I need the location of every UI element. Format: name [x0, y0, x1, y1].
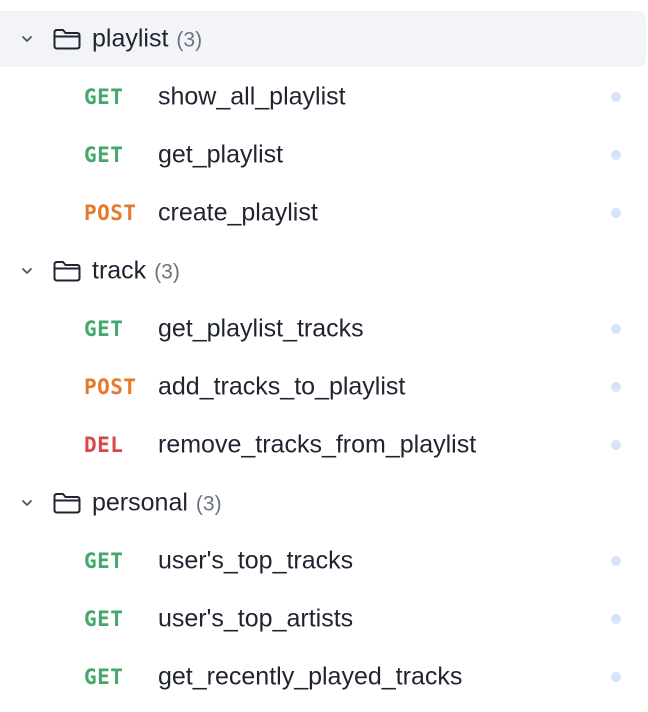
status-dot-icon [611, 440, 621, 450]
request-item[interactable]: DEL remove_tracks_from_playlist [0, 417, 646, 473]
request-item[interactable]: POST add_tracks_to_playlist [0, 359, 646, 415]
request-name: user's_top_artists [158, 604, 354, 633]
folder-count: (3) [176, 28, 203, 52]
request-item[interactable]: GET user's_top_artists [0, 591, 646, 647]
chevron-down-icon[interactable] [20, 32, 34, 46]
status-dot-icon [611, 92, 621, 102]
request-name: get_recently_played_tracks [158, 662, 463, 691]
status-dot-icon [611, 324, 621, 334]
method-badge-get: GET [84, 549, 124, 573]
folder-icon [53, 261, 81, 282]
request-name: get_playlist_tracks [158, 314, 364, 343]
method-badge-get: GET [84, 85, 124, 109]
method-badge-get: GET [84, 665, 124, 689]
chevron-down-icon[interactable] [20, 264, 34, 278]
method-badge-post: POST [84, 201, 137, 225]
request-item[interactable]: POST create_playlist [0, 185, 646, 241]
folder-count: (3) [154, 260, 180, 284]
folder-name: personal (3) [92, 489, 222, 518]
method-badge-get: GET [84, 607, 124, 631]
method-badge-get: GET [84, 317, 124, 341]
request-item[interactable]: GET user's_top_tracks [0, 533, 646, 589]
status-dot-icon [611, 614, 621, 624]
status-dot-icon [611, 208, 621, 218]
folder-label: track [92, 256, 147, 285]
folder-icon [53, 29, 81, 50]
status-dot-icon [611, 382, 621, 392]
request-item[interactable]: GET show_all_playlist [0, 69, 646, 125]
status-dot-icon [611, 556, 621, 566]
folder-name: track (3) [92, 257, 180, 286]
method-badge-get: GET [84, 143, 124, 167]
method-badge-post: POST [84, 375, 137, 399]
request-name: remove_tracks_from_playlist [158, 430, 477, 459]
folder-row-track[interactable]: track (3) [0, 243, 646, 299]
request-name: user's_top_tracks [158, 546, 354, 575]
request-name: create_playlist [158, 198, 318, 227]
request-item[interactable]: GET get_playlist [0, 127, 646, 183]
status-dot-icon [611, 150, 621, 160]
collection-tree: playlist (3) GET show_all_playlist GET ge… [0, 0, 648, 712]
request-item[interactable]: GET get_playlist_tracks [0, 301, 646, 357]
request-item[interactable]: GET get_recently_played_tracks [0, 649, 646, 705]
method-badge-del: DEL [84, 433, 124, 457]
folder-row-personal[interactable]: personal (3) [0, 475, 646, 531]
folder-icon [53, 493, 81, 514]
folder-count: (3) [195, 492, 222, 516]
request-name: get_playlist [158, 140, 284, 169]
folder-label: personal [92, 488, 188, 517]
request-name: show_all_playlist [158, 82, 346, 111]
status-dot-icon [611, 672, 621, 682]
folder-name: playlist (3) [92, 25, 202, 54]
folder-row-playlist[interactable]: playlist (3) [0, 11, 646, 67]
folder-label: playlist [92, 24, 169, 53]
request-name: add_tracks_to_playlist [158, 372, 406, 401]
chevron-down-icon[interactable] [20, 496, 34, 510]
